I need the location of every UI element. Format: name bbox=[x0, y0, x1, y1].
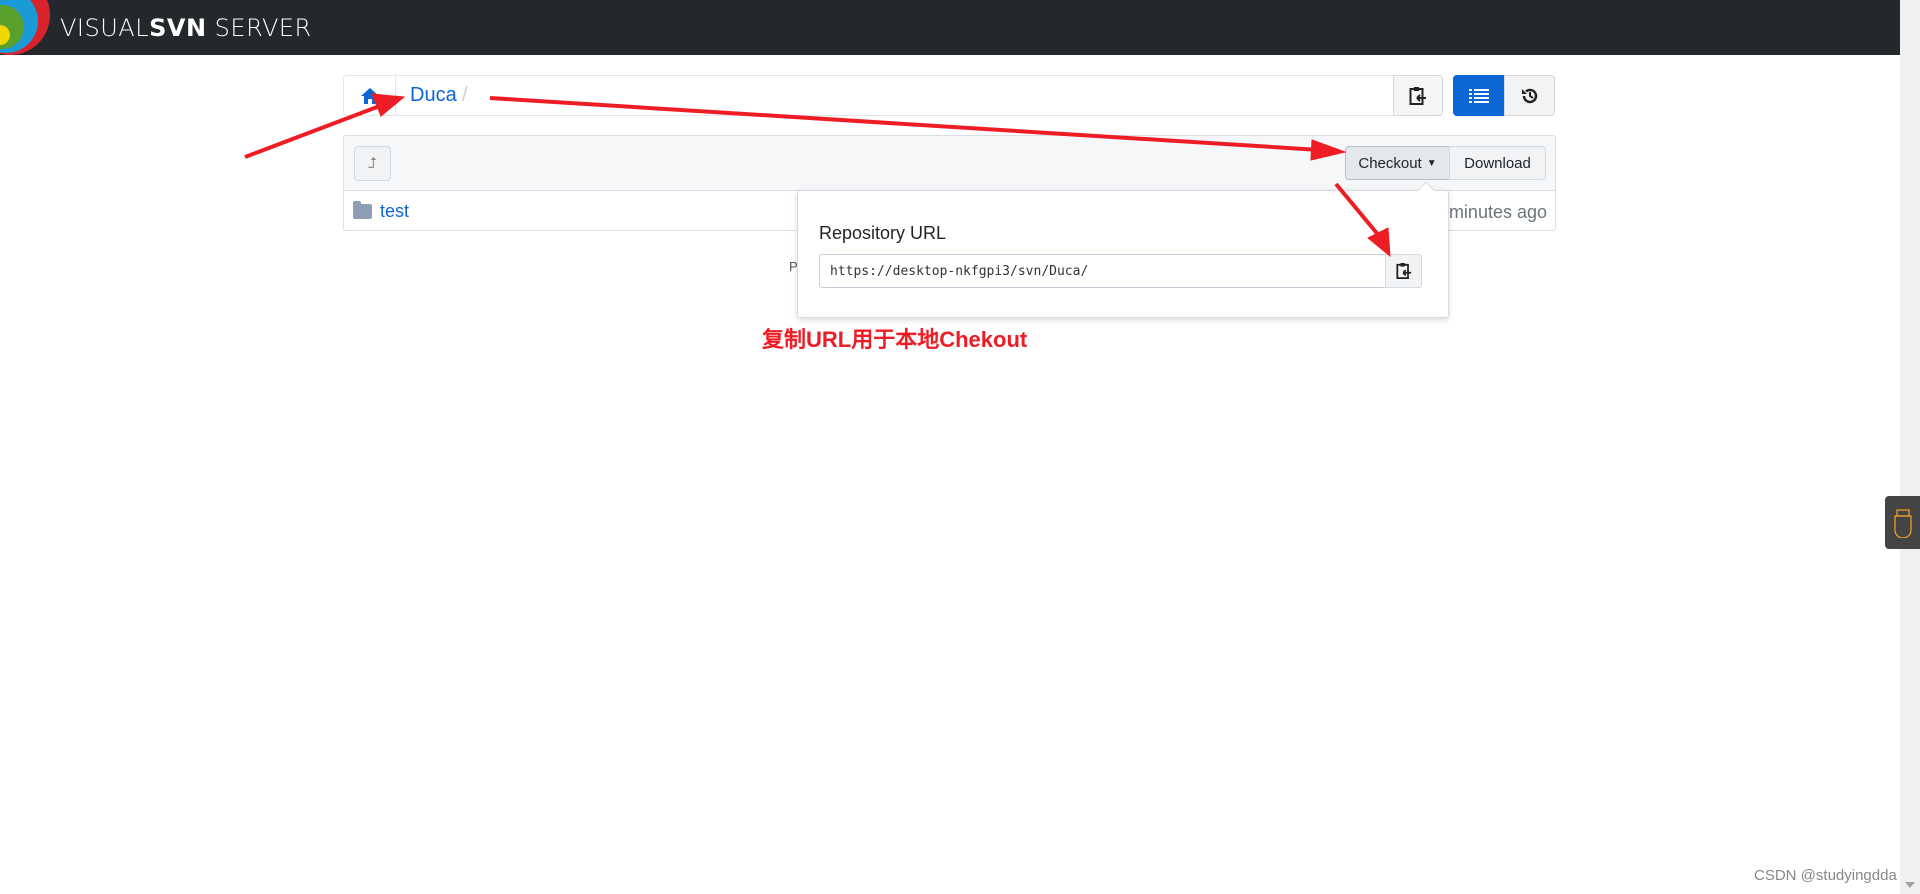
visualsvn-logo-icon bbox=[0, 0, 50, 55]
popover-title: Repository URL bbox=[819, 223, 947, 243]
breadcrumb-item-duca[interactable]: Duca bbox=[410, 84, 457, 107]
repository-url-input[interactable] bbox=[819, 254, 1386, 288]
usb-drive-icon bbox=[1893, 508, 1912, 538]
top-navbar: VISUALSVN SERVER bbox=[0, 0, 1900, 55]
folder-icon bbox=[353, 201, 372, 219]
checkout-popover: Repository URL bbox=[797, 181, 1449, 318]
home-icon bbox=[360, 87, 379, 104]
clipboard-icon bbox=[1395, 263, 1411, 279]
file-modified: minutes ago bbox=[1448, 202, 1547, 222]
list-view-button[interactable] bbox=[1453, 75, 1504, 116]
clipboard-icon bbox=[1409, 86, 1426, 105]
history-icon bbox=[1521, 88, 1537, 103]
list-icon bbox=[1468, 88, 1489, 103]
breadcrumb: Duca / bbox=[343, 75, 1394, 116]
breadcrumb-separator: / bbox=[462, 84, 468, 106]
download-button[interactable]: Download bbox=[1449, 146, 1546, 180]
checkout-label: Checkout bbox=[1358, 154, 1422, 172]
watermark: CSDN @studyingdda bbox=[1754, 867, 1897, 884]
file-toolbar: ⮥ Checkout ▼ Download bbox=[344, 136, 1555, 191]
side-widget-button[interactable] bbox=[1885, 496, 1920, 549]
annotation-text: 复制URL用于本地Chekout bbox=[762, 327, 1028, 352]
copy-url-button[interactable] bbox=[1393, 75, 1443, 116]
scrollbar[interactable] bbox=[1900, 0, 1920, 894]
parent-folder-button[interactable]: ⮥ bbox=[354, 146, 391, 181]
level-up-icon: ⮥ bbox=[368, 155, 377, 172]
checkout-dropdown-button[interactable]: Checkout ▼ bbox=[1345, 146, 1450, 180]
home-button[interactable] bbox=[344, 76, 396, 115]
scroll-down-icon[interactable] bbox=[1905, 882, 1915, 888]
brand-title[interactable]: VISUALSVN SERVER bbox=[60, 14, 312, 42]
caret-down-icon: ▼ bbox=[1426, 157, 1437, 169]
history-button[interactable] bbox=[1504, 75, 1555, 116]
copy-repository-url-button[interactable] bbox=[1385, 254, 1422, 288]
file-name-link[interactable]: test bbox=[380, 201, 409, 222]
